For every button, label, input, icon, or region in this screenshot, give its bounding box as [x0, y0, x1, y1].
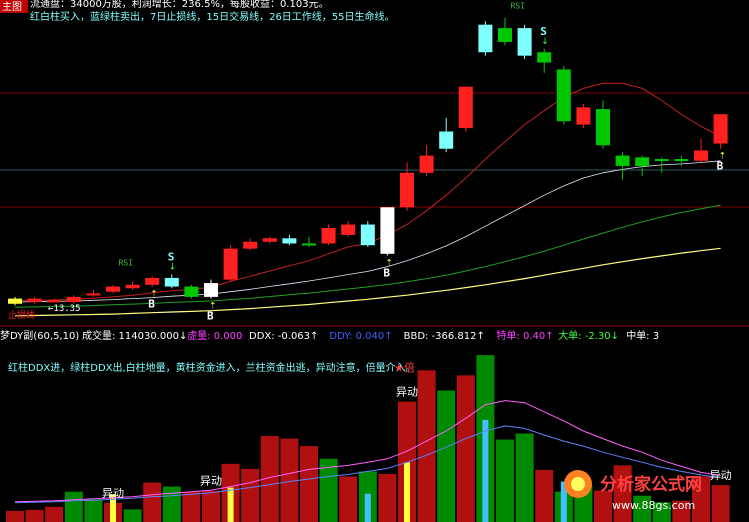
volume-bar [496, 439, 514, 522]
volume-bar [300, 446, 318, 522]
candle-body [537, 52, 552, 63]
watermark-text: 分析家公式网 [600, 474, 702, 495]
ma7-line [15, 82, 721, 301]
candle-body [360, 224, 375, 246]
candle-body [458, 86, 473, 129]
lower-stat: 虚量: 0.000 [187, 330, 242, 342]
lower-stat: 特单: 0.40↑ [496, 330, 553, 342]
alert-label: 异动 [102, 487, 124, 500]
volume-bar [437, 390, 456, 522]
candle-body [478, 24, 493, 53]
rsi-signal: RSI [511, 2, 526, 11]
fund-flow-bar [482, 419, 489, 522]
candle-body [125, 284, 140, 289]
volume-bar [378, 473, 397, 522]
candle-body [164, 277, 179, 287]
volume-bar [123, 509, 142, 522]
stock-chart-window: 主图 流通盘：34000万股，利润增长：236.5%，每股收益：0.103元。 红白… [0, 0, 749, 522]
lower-stat: 大单: -2.30↓ [558, 329, 619, 342]
volume-bar [241, 468, 260, 522]
volume-bar [143, 482, 162, 522]
candle-body [576, 107, 591, 125]
volume-bar [339, 476, 358, 522]
candle-body [223, 248, 238, 280]
volume-bar [456, 375, 475, 522]
lower-description: 红柱DDX进，绿柱DDX出,白柱地量，黄柱资金进入，兰柱资金出逃，异动注意，倍量… [8, 361, 416, 374]
candle-body [262, 238, 277, 242]
fund-flow-bar [227, 487, 234, 522]
volume-bar [6, 510, 24, 522]
buy-signal: B [383, 267, 390, 280]
candle-body [380, 207, 395, 254]
lower-title: 梦DY副(60,5,10) [0, 330, 79, 342]
header-line1: 流通盘：34000万股，利润增长：236.5%，每股收益：0.103元。 [30, 0, 329, 10]
volume-bar [45, 506, 64, 522]
candle-body [419, 155, 434, 173]
alert-label: 异动 [200, 475, 222, 488]
main-tag: 主图 [2, 1, 22, 13]
candle-body [615, 155, 630, 166]
candle-body [282, 238, 297, 244]
candle-body [596, 109, 610, 146]
volume-bar [515, 433, 534, 522]
buy-signal: B [717, 160, 724, 173]
lower-stat: DDY: 0.040↑ [329, 331, 392, 342]
volume-bar [417, 370, 436, 522]
candle-body [184, 286, 199, 297]
candle-body [439, 131, 454, 149]
candle-body [674, 159, 689, 162]
volume-bar [162, 486, 181, 522]
candle-body [243, 241, 258, 249]
volume-bar [84, 499, 103, 522]
fund-flow-bar [404, 462, 410, 522]
volume-bar [711, 485, 730, 522]
candle-body [204, 283, 218, 297]
candle-body [86, 293, 101, 296]
lower-stat: DDX: -0.063↑ [249, 331, 318, 342]
volume-bar [182, 491, 201, 522]
volume-bar [202, 490, 220, 522]
lower-stat: BBD: -366.812↑ [404, 331, 485, 342]
candle-body [66, 296, 81, 303]
buy-signal: B [148, 298, 155, 311]
watermark-logo-center-icon [571, 477, 585, 491]
buy-signal: B [207, 310, 214, 323]
star-label: ★倍 [394, 361, 415, 375]
candle-body [341, 224, 356, 235]
candle-body [8, 298, 22, 304]
rsi-signal: RSI [119, 258, 134, 267]
lower-stat: 成交量: 114030.000↓ [82, 329, 187, 342]
alert-label: 异动 [396, 386, 418, 399]
chart-svg[interactable]: 主图 流通盘：34000万股，利润增长：236.5%，每股收益：0.103元。红白… [0, 0, 749, 522]
sell-arrow: ↓ [541, 37, 549, 47]
volume-bar [64, 491, 83, 522]
alert-label: 异动 [710, 469, 732, 482]
lower-stat: 中单: 3 [626, 329, 659, 342]
price-low-label: ←13.35 [48, 304, 81, 314]
candle-body [713, 114, 728, 144]
watermark-url: www.88gs.com [612, 499, 695, 512]
candle-body [302, 243, 316, 246]
header-line2: 红白柱买入，蓝绿柱卖出，7日止损线，15日交易线，26日工作线，55日生命线。 [30, 10, 395, 23]
candle-body [556, 69, 571, 122]
volume-bar [535, 469, 554, 522]
stoploss-label: 止损线 [8, 309, 35, 321]
sell-arrow: ↓ [169, 262, 177, 272]
candle-body [498, 28, 512, 42]
candle-body [47, 300, 62, 303]
candle-body [145, 277, 160, 285]
fund-flow-bar [364, 493, 371, 522]
candle-body [106, 286, 120, 292]
candle-body [321, 227, 336, 244]
volume-bar [25, 509, 44, 522]
candle-body [400, 172, 414, 208]
candle-body [654, 159, 669, 162]
candle-body [635, 157, 650, 166]
candle-body [517, 28, 532, 56]
volume-bar [594, 490, 612, 522]
candle-body [694, 150, 708, 161]
ma26-line [14, 204, 721, 308]
candle-body [27, 298, 42, 303]
